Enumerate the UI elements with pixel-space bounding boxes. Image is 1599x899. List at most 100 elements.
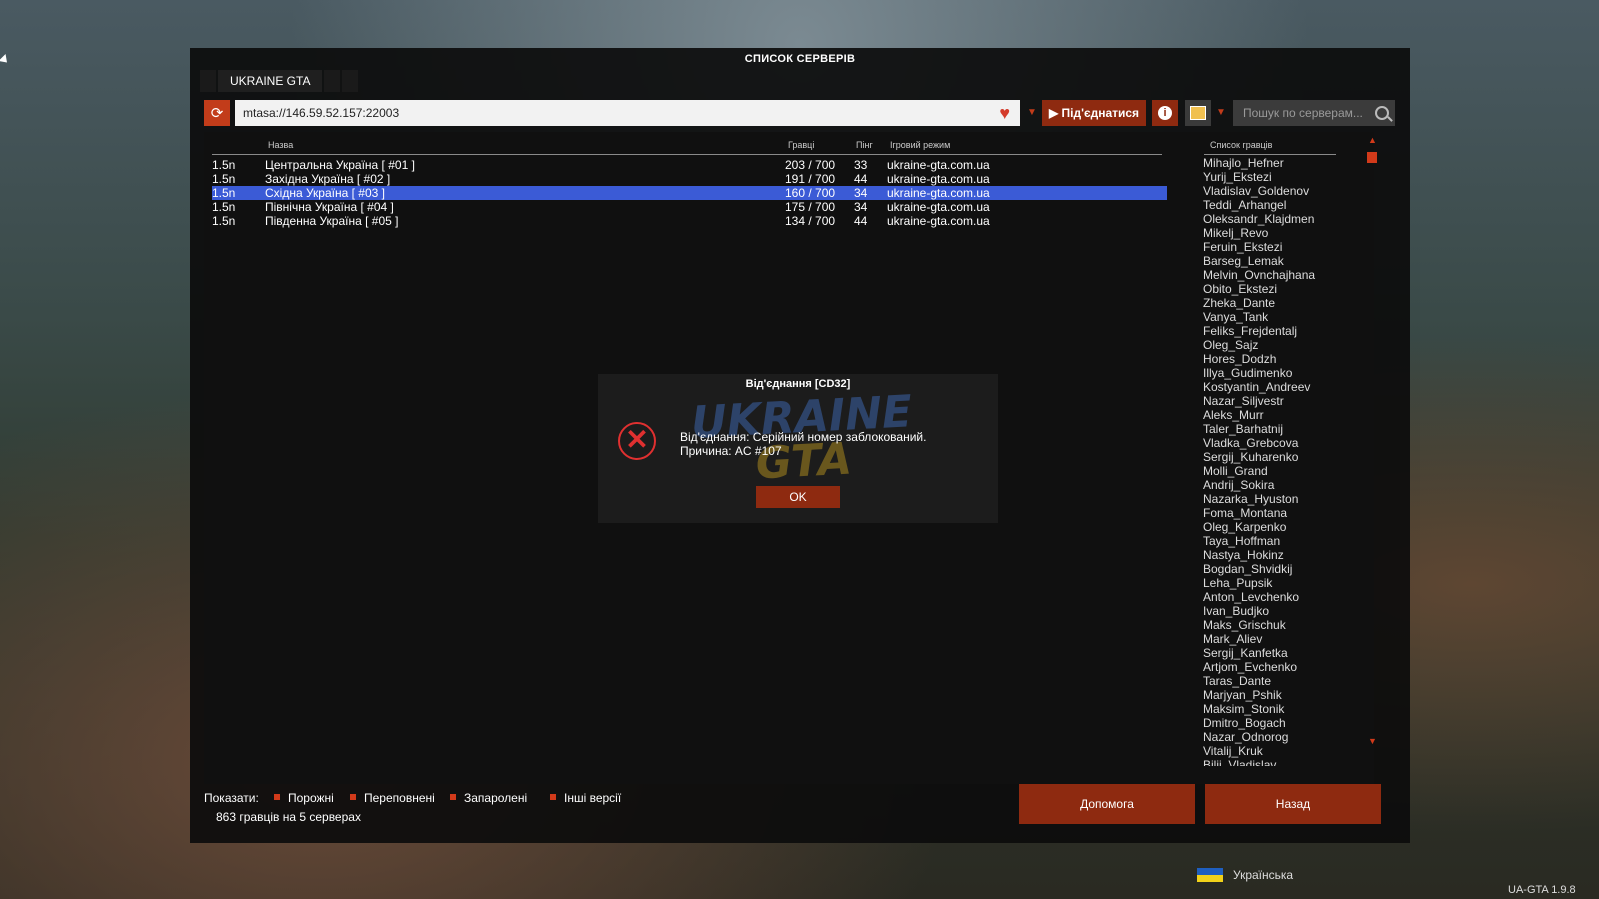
player-name[interactable]: Mark_Aliev — [1203, 632, 1353, 646]
column-header-ping[interactable]: Пінг — [856, 140, 873, 150]
tab-bar: UKRAINE GTA — [200, 70, 359, 92]
player-name[interactable]: Maks_Grischuk — [1203, 618, 1353, 632]
player-name[interactable]: Taras_Dante — [1203, 674, 1353, 688]
player-name[interactable]: Vladka_Grebcova — [1203, 436, 1353, 450]
address-dropdown-icon[interactable]: ▼ — [1027, 100, 1037, 126]
player-name[interactable]: Ivan_Budjko — [1203, 604, 1353, 618]
disconnect-dialog: UKRAINE GTA Від'єднання [CD32] ✕ Від'єдн… — [598, 374, 998, 523]
search-icon[interactable] — [1375, 106, 1389, 120]
bottom-bar: Показати: Порожні Переповнені Запаролені… — [204, 784, 1395, 838]
connect-button[interactable]: ▶ Під'єднатися — [1042, 100, 1146, 126]
player-name[interactable]: Artjom_Evchenko — [1203, 660, 1353, 674]
player-name[interactable]: Melvin_Ovnchajhana — [1203, 268, 1353, 282]
server-row-selected[interactable]: 1.5n Східна Україна [ #03 ] 160 / 700 34… — [212, 186, 1167, 200]
player-name[interactable]: Yurij_Ekstezi — [1203, 170, 1353, 184]
window-title: СПИСОК СЕРВЕРІВ — [744, 53, 856, 65]
filters-label: Показати: — [204, 791, 259, 805]
player-name[interactable]: Barseg_Lemak — [1203, 254, 1353, 268]
help-button[interactable]: Допомога — [1019, 784, 1195, 824]
scroll-down-icon[interactable]: ▼ — [1368, 736, 1377, 746]
player-name[interactable]: Bogdan_Shvidkij — [1203, 562, 1353, 576]
player-name[interactable]: Oleg_Sajz — [1203, 338, 1353, 352]
export-button[interactable] — [1185, 100, 1211, 126]
player-name[interactable]: Zheka_Dante — [1203, 296, 1353, 310]
player-name[interactable]: Sergij_Kuharenko — [1203, 450, 1353, 464]
player-list-header: Список гравців — [1210, 140, 1273, 150]
dialog-reason-line: Причина: AC #107 — [680, 444, 782, 458]
player-name[interactable]: Feliks_Frejdentalj — [1203, 324, 1353, 338]
player-name[interactable]: Aleks_Murr — [1203, 408, 1353, 422]
player-name[interactable]: Vladislav_Goldenov — [1203, 184, 1353, 198]
tab-blank[interactable] — [200, 70, 216, 92]
player-name[interactable]: Feruin_Ekstezi — [1203, 240, 1353, 254]
player-name[interactable]: Dmitro_Bogach — [1203, 716, 1353, 730]
player-name[interactable]: Hores_Dodzh — [1203, 352, 1353, 366]
tab-ukraine-gta[interactable]: UKRAINE GTA — [218, 70, 323, 92]
player-name[interactable]: Mihajlo_Hefner — [1203, 156, 1353, 170]
player-name[interactable]: Taler_Barhatnij — [1203, 422, 1353, 436]
player-name[interactable]: Oleksandr_Klajdmen — [1203, 212, 1353, 226]
address-text: mtasa://146.59.52.157:22003 — [243, 106, 400, 120]
player-name[interactable]: Kostyantin_Andreev — [1203, 380, 1353, 394]
folder-icon — [1190, 106, 1206, 120]
player-name[interactable]: Anton_Levchenko — [1203, 590, 1353, 604]
ok-button[interactable]: OK — [756, 486, 840, 508]
player-list[interactable]: Mihajlo_Hefner Yurij_Ekstezi Vladislav_Gol… — [1203, 156, 1353, 766]
search-placeholder: Пошук по серверам... — [1243, 106, 1363, 120]
ukraine-flag-icon — [1197, 868, 1223, 882]
server-row[interactable]: 1.5n Західна Україна [ #02 ] 191 / 700 4… — [212, 172, 1167, 186]
server-row[interactable]: 1.5n Центральна Україна [ #01 ] 203 / 70… — [212, 158, 1167, 172]
player-name[interactable]: Nazarka_Hyuston — [1203, 492, 1353, 506]
player-name[interactable]: Marjyan_Pshik — [1203, 688, 1353, 702]
filter-empty[interactable]: Порожні — [274, 791, 334, 805]
player-name[interactable]: Teddi_Arhangel — [1203, 198, 1353, 212]
mouse-cursor — [0, 53, 11, 67]
column-header-mode[interactable]: Ігровий режим — [890, 140, 950, 150]
player-name[interactable]: Vitalij_Kruk — [1203, 744, 1353, 758]
language-label: Українська — [1233, 868, 1294, 882]
player-name[interactable]: Sergij_Kanfetka — [1203, 646, 1353, 660]
player-name[interactable]: Taya_Hoffman — [1203, 534, 1353, 548]
column-header-players[interactable]: Гравці — [788, 140, 814, 150]
server-row[interactable]: 1.5n Північна Україна [ #04 ] 175 / 700 … — [212, 200, 1167, 214]
player-name[interactable]: Oleg_Karpenko — [1203, 520, 1353, 534]
address-input[interactable]: mtasa://146.59.52.157:22003 ♥ — [235, 100, 1020, 126]
player-name[interactable]: Foma_Montana — [1203, 506, 1353, 520]
player-name[interactable]: Maksim_Stonik — [1203, 702, 1353, 716]
language-selector[interactable]: Українська — [1197, 868, 1293, 882]
player-name[interactable]: Illya_Gudimenko — [1203, 366, 1353, 380]
back-button[interactable]: Назад — [1205, 784, 1381, 824]
dialog-message-line: Від'єднання: Серійний номер заблокований… — [680, 430, 927, 444]
info-button[interactable]: i — [1152, 100, 1178, 126]
player-name[interactable]: Andrij_Sokira — [1203, 478, 1353, 492]
tab-blank[interactable] — [324, 70, 341, 92]
export-dropdown-icon[interactable]: ▼ — [1216, 100, 1226, 126]
player-name[interactable]: Obito_Ekstezi — [1203, 282, 1353, 296]
heart-icon[interactable]: ♥ — [999, 103, 1010, 123]
filter-locked[interactable]: Запаролені — [450, 791, 527, 805]
player-list-divider — [1204, 154, 1336, 155]
player-name[interactable]: Vanya_Tank — [1203, 310, 1353, 324]
server-row[interactable]: 1.5n Південна Україна [ #05 ] 134 / 700 … — [212, 214, 1167, 228]
dialog-title: Від'єднання [CD32] — [745, 378, 851, 390]
refresh-icon: ⟳ — [210, 105, 224, 122]
player-name[interactable]: Nazar_Siljvestr — [1203, 394, 1353, 408]
player-server-count: 863 гравців на 5 серверах — [216, 810, 361, 824]
search-input[interactable]: Пошук по серверам... — [1233, 100, 1395, 126]
version-label: UA-GTA 1.9.8 — [1508, 884, 1576, 896]
filter-full[interactable]: Переповнені — [350, 791, 435, 805]
dialog-message: Від'єднання: Серійний номер заблокований… — [680, 430, 926, 458]
player-name[interactable]: Mikelj_Revo — [1203, 226, 1353, 240]
column-header-name[interactable]: Назва — [268, 140, 293, 150]
scrollbar-thumb[interactable] — [1367, 152, 1377, 163]
player-name[interactable]: Nazar_Odnorog — [1203, 730, 1353, 744]
refresh-button[interactable]: ⟳ — [204, 100, 230, 126]
player-name[interactable]: Leha_Pupsik — [1203, 576, 1353, 590]
tab-blank[interactable] — [342, 70, 359, 92]
filter-other-versions[interactable]: Інші версії — [550, 791, 621, 805]
error-icon: ✕ — [618, 422, 656, 460]
scroll-up-icon[interactable]: ▲ — [1368, 135, 1377, 145]
player-name[interactable]: Molli_Grand — [1203, 464, 1353, 478]
player-name[interactable]: Nastya_Hokinz — [1203, 548, 1353, 562]
player-name[interactable]: Bilij_Vladislav — [1203, 758, 1353, 766]
